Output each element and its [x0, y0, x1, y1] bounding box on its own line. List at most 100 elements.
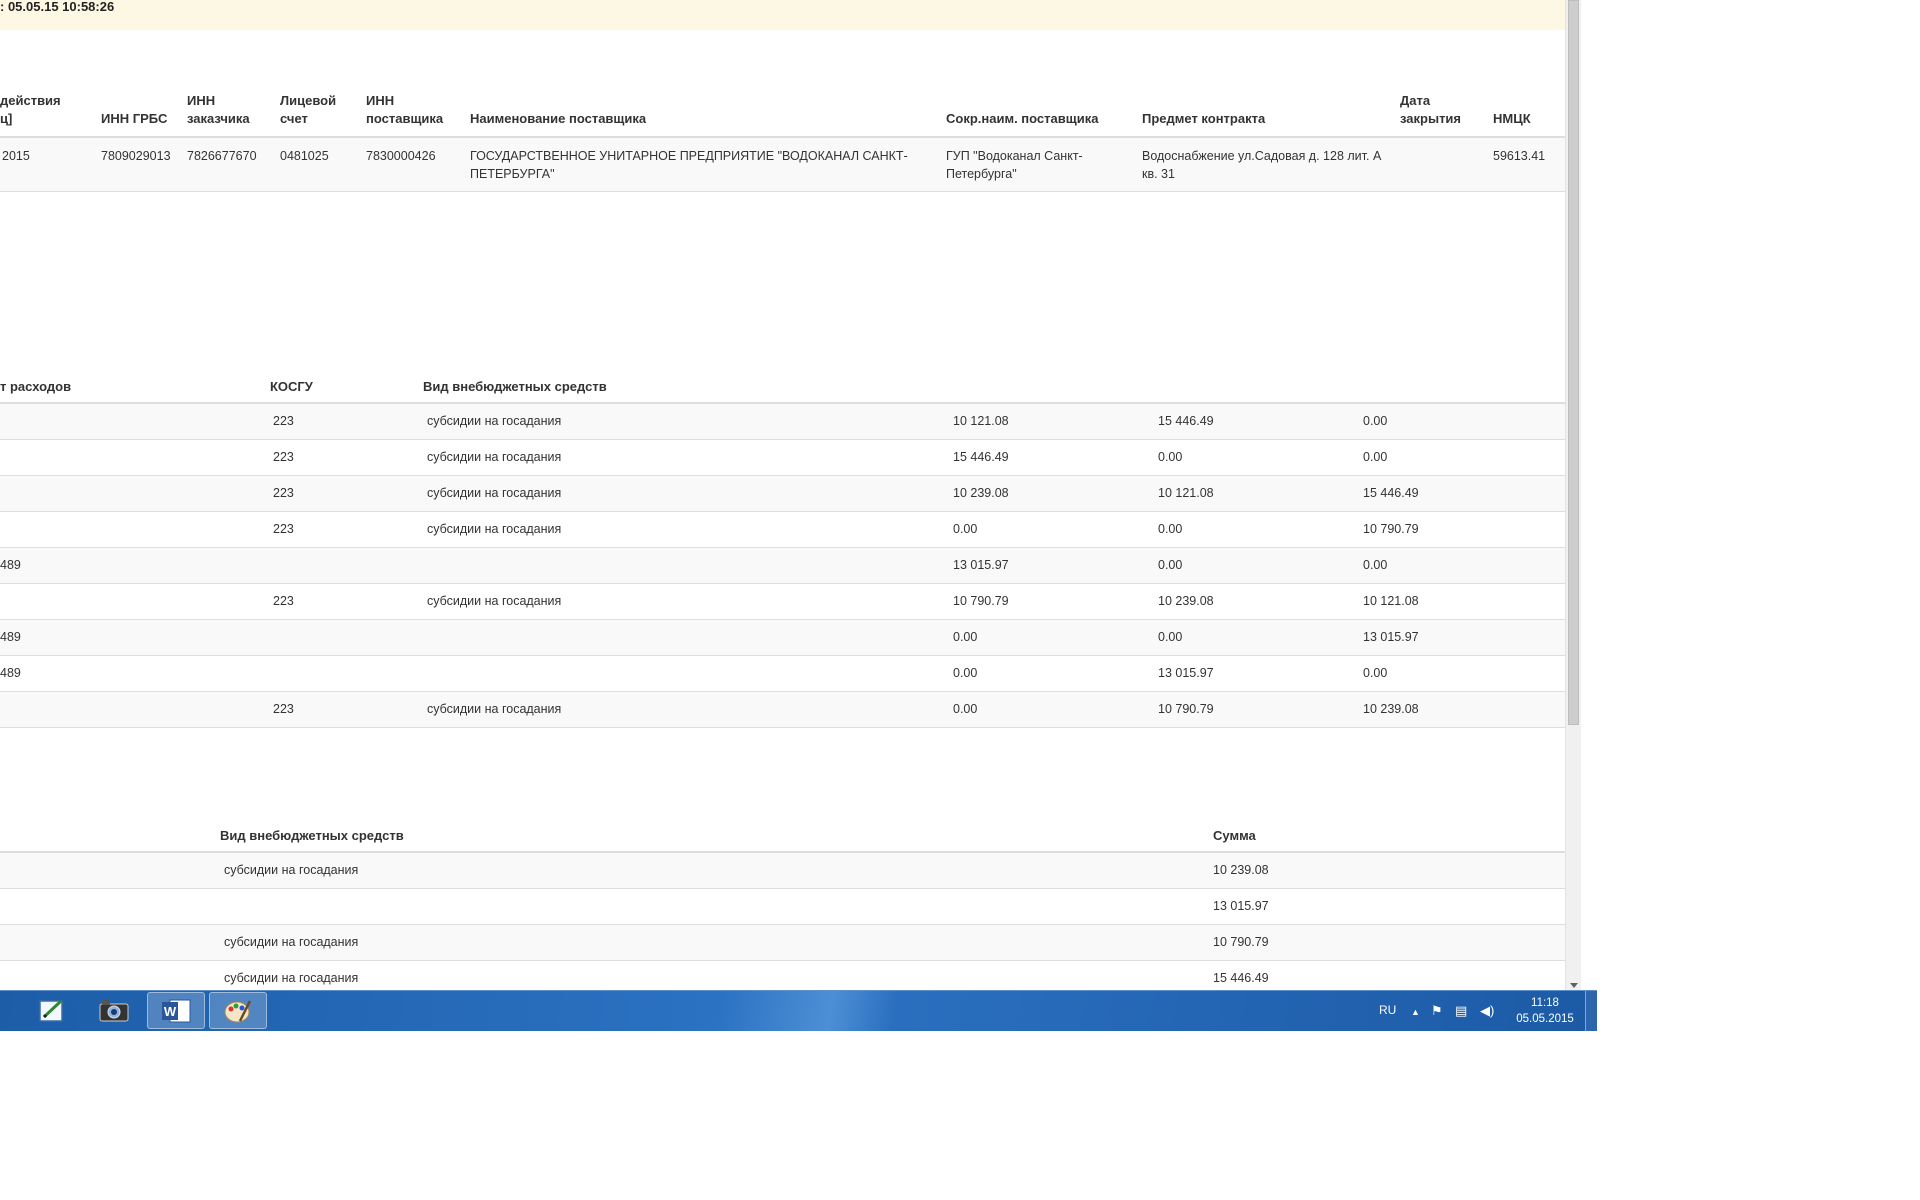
column-header: Предмет контракта: [1142, 111, 1266, 126]
table-cell: 13 015.97: [1363, 630, 1419, 644]
table-row[interactable]: 223 субсидии на госадания 10 239.08 10 1…: [0, 476, 1565, 512]
column-header: Дата закрытия: [1400, 93, 1462, 126]
column-header: т расходов: [0, 379, 72, 394]
clock-date: 05.05.2015: [1516, 1013, 1574, 1025]
table-cell: 13 015.97: [1213, 899, 1269, 913]
table-cell: Водоснабжение ул.Садовая д. 128 лит. А к…: [1142, 149, 1382, 181]
table-cell: 2015: [2, 149, 30, 163]
table-cell: субсидии на госадания: [224, 863, 359, 877]
column-header: НМЦК: [1493, 111, 1531, 126]
table-row[interactable]: 223 субсидии на госадания 0.00 10 790.79…: [0, 692, 1565, 728]
table-cell: ГОСУДАРСТВЕННОЕ УНИТАРНОЕ ПРЕДПРИЯТИЕ "В…: [470, 149, 908, 181]
table-cell: 0.00: [1363, 414, 1388, 428]
table-cell: 0.00: [953, 630, 978, 644]
show-desktop-button[interactable]: [1585, 991, 1598, 1031]
paint-icon: [224, 999, 252, 1022]
camera-app-icon: [99, 999, 129, 1021]
column-header: Вид внебюджетных средств: [423, 379, 607, 394]
table-header-row: Вид внебюджетных средств Сумма: [0, 822, 1565, 853]
expenses-table: т расходов КОСГУ Вид внебюджетных средст…: [0, 373, 1565, 728]
table-cell: 10 121.08: [953, 414, 1009, 428]
table-cell: 0.00: [953, 522, 978, 536]
table-cell: 7830000426: [366, 149, 436, 163]
table-cell: 10 790.79: [1363, 522, 1419, 536]
system-clock[interactable]: 11:18 05.05.2015: [1505, 995, 1585, 1027]
taskbar-app-media-player[interactable]: [0, 992, 14, 1029]
table-row[interactable]: 223 субсидии на госадания 10 121.08 15 4…: [0, 404, 1565, 440]
table-cell: 15 446.49: [1213, 971, 1269, 985]
column-header: ИНН заказчика: [187, 93, 250, 126]
taskbar: W RU ▲ ⚑ ▤ ◀) 11:18 05.05.2015: [0, 990, 1598, 1031]
clock-time: 11:18: [1531, 997, 1559, 1009]
table-cell: 15 446.49: [1158, 414, 1214, 428]
taskbar-app-paint[interactable]: [209, 992, 267, 1029]
table-cell: субсидии на госадания: [427, 450, 562, 464]
table-cell: 7826677670: [187, 149, 257, 163]
column-header: Лицевой счет: [280, 93, 337, 126]
table-row[interactable]: 223 субсидии на госадания 10 790.79 10 2…: [0, 584, 1565, 620]
table-cell: субсидии на госадания: [427, 414, 562, 428]
table-cell: 13 015.97: [953, 558, 1009, 572]
sums-table: Вид внебюджетных средств Сумма субсидии …: [0, 822, 1565, 990]
action-center-flag-icon[interactable]: ⚑: [1431, 1003, 1443, 1019]
table-cell: 0.00: [1158, 630, 1183, 644]
table-row[interactable]: субсидии на госадания 10 790.79: [0, 925, 1565, 961]
column-header: ИНН ГРБС: [101, 111, 168, 126]
table-cell: 223: [273, 486, 294, 500]
table-row[interactable]: 489 0.00 13 015.97 0.00: [0, 656, 1565, 692]
table-cell: 15 446.49: [953, 450, 1009, 464]
word-icon: W: [162, 999, 191, 1022]
column-header: Наименование поставщика: [470, 111, 647, 126]
table-cell: 0.00: [953, 702, 978, 716]
table-cell: 7809029013: [101, 149, 171, 163]
table-cell: субсидии на госадания: [427, 594, 562, 608]
table-cell: 0.00: [1363, 450, 1388, 464]
table-row[interactable]: 489 0.00 0.00 13 015.97: [0, 620, 1565, 656]
table-row[interactable]: 2015 7809029013 7826677670 0481025 78300…: [0, 138, 1565, 192]
table-cell: 10 121.08: [1363, 594, 1419, 608]
table-cell: 0.00: [1158, 522, 1183, 536]
table-cell: 489: [0, 558, 21, 572]
column-header: ИНН поставщика: [366, 93, 444, 126]
report-info-bar: : 05.05.15 10:58:26: [0, 0, 1565, 30]
table-cell: 489: [0, 666, 21, 680]
table-row[interactable]: субсидии на госадания 15 446.49: [0, 961, 1565, 990]
table-cell: 0.00: [953, 666, 978, 680]
table-cell: 223: [273, 450, 294, 464]
show-hidden-icon[interactable]: ▲: [1411, 1007, 1420, 1017]
table-cell: субсидии на госадания: [427, 486, 562, 500]
table-header-row: действия ц] ИНН ГРБС ИНН заказчика Лицев…: [0, 90, 1565, 138]
table-row[interactable]: 223 субсидии на госадания 0.00 0.00 10 7…: [0, 512, 1565, 548]
table-row[interactable]: 223 субсидии на госадания 15 446.49 0.00…: [0, 440, 1565, 476]
scrollbar-thumb[interactable]: [1568, 0, 1579, 725]
table-header-row: т расходов КОСГУ Вид внебюджетных средст…: [0, 373, 1565, 404]
table-cell: 59613.41: [1493, 149, 1546, 163]
network-icon[interactable]: ▤: [1455, 1003, 1467, 1019]
language-indicator[interactable]: RU: [1379, 1003, 1396, 1017]
column-header: действия ц]: [0, 93, 61, 126]
table-cell: 223: [273, 522, 294, 536]
table-cell: 0.00: [1158, 558, 1183, 572]
table-row[interactable]: субсидии на госадания 10 239.08: [0, 853, 1565, 889]
table-cell: 10 239.08: [953, 486, 1009, 500]
column-header: Вид внебюджетных средств: [220, 828, 404, 843]
taskbar-app-camera[interactable]: [85, 992, 143, 1029]
table-cell: 10 239.08: [1363, 702, 1419, 716]
vertical-scrollbar[interactable]: [1565, 0, 1581, 990]
table-cell: 0.00: [1158, 450, 1183, 464]
table-cell: 15 446.49: [1363, 486, 1419, 500]
table-cell: 10 121.08: [1158, 486, 1214, 500]
taskbar-app-word[interactable]: W: [147, 992, 205, 1029]
table-cell: 489: [0, 630, 21, 644]
table-cell: 0.00: [1363, 666, 1388, 680]
taskbar-app-notepad[interactable]: [23, 992, 81, 1029]
table-row[interactable]: 489 13 015.97 0.00 0.00: [0, 548, 1565, 584]
column-header: Сумма: [1213, 828, 1256, 843]
volume-icon[interactable]: ◀): [1480, 1003, 1494, 1019]
table-cell: 10 239.08: [1158, 594, 1214, 608]
scroll-down-arrow-icon[interactable]: [1570, 983, 1578, 988]
table-cell: субсидии на госадания: [224, 935, 359, 949]
table-cell: 10 790.79: [953, 594, 1009, 608]
table-cell: 10 790.79: [1213, 935, 1269, 949]
table-row[interactable]: 13 015.97: [0, 889, 1565, 925]
